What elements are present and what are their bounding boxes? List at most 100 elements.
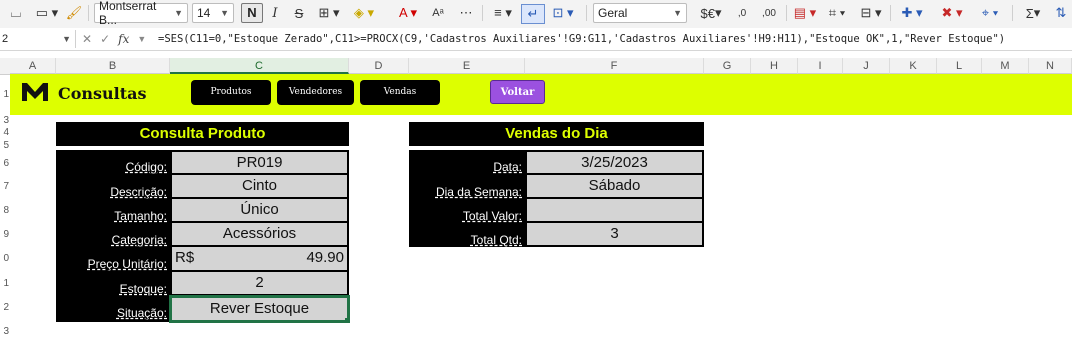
field-label: Dia da Semana: [409, 175, 525, 199]
column-header[interactable]: K [890, 58, 937, 74]
italic-button[interactable]: I [268, 4, 282, 22]
currency-format-icon[interactable]: $€ ▾ [698, 4, 724, 22]
table-format-icon[interactable]: ⌗ ▾ [824, 4, 850, 22]
row-header[interactable]: 3 [0, 326, 10, 337]
row-header[interactable]: 0 [0, 253, 10, 264]
chevron-down-icon: ▼ [174, 8, 183, 18]
conditional-format-icon[interactable]: ▤ ▾ [792, 4, 818, 22]
currency-label: $€ [700, 5, 715, 21]
field-label: Estoque: [56, 272, 170, 296]
font-name-value: Montserrat B... [99, 0, 157, 27]
font-name-dropdown[interactable]: Montserrat B... ▼ [94, 0, 188, 27]
select-all-corner[interactable] [0, 58, 10, 75]
formula-input[interactable]: =SES(C11=0,"Estoque Zerado",C11>=PROCX(C… [158, 30, 1005, 48]
row-header[interactable]: 2 [0, 302, 10, 313]
fill-color-icon[interactable]: ◈ ▾ [350, 4, 378, 22]
increase-decimal-icon[interactable]: ,0 [732, 4, 752, 22]
currency-symbol: R$ [175, 249, 195, 266]
row-header[interactable]: 9 [0, 229, 10, 240]
separator [586, 5, 587, 21]
categoria-label: Categoria: [111, 233, 167, 247]
column-header[interactable]: A [10, 58, 56, 74]
column-header[interactable]: B [56, 58, 170, 74]
name-box[interactable]: 2 ▼ [0, 30, 76, 48]
enter-icon[interactable]: ✓ [100, 32, 110, 46]
vendedores-button[interactable]: Vendedores [277, 80, 354, 105]
separator [786, 5, 787, 21]
more-options-icon[interactable]: ⋯ [458, 4, 474, 22]
row-header[interactable]: 7 [0, 181, 10, 192]
tamanho-value[interactable]: Único [170, 199, 349, 223]
field-label: Descrição: [56, 175, 170, 199]
field-label: Código: [56, 150, 170, 175]
borders-icon[interactable]: ⊞ ▾ [316, 4, 342, 22]
name-box-value: 2 [2, 33, 9, 45]
decrease-decimal-icon[interactable]: ,00 [758, 4, 780, 22]
column-header[interactable]: L [937, 58, 982, 74]
chevron-down-icon: ▼ [673, 8, 682, 18]
tamanho-label: Tamanho: [114, 209, 167, 223]
autosum-icon[interactable]: Σ ▾ [1020, 4, 1046, 22]
align-icon[interactable]: ≡ ▾ [490, 4, 516, 22]
bold-button[interactable]: N [241, 3, 263, 23]
column-header[interactable]: E [409, 58, 525, 74]
cancel-icon[interactable]: ✕ [82, 32, 92, 46]
separator [482, 5, 483, 21]
font-color-icon[interactable]: A ▾ [394, 4, 422, 22]
strikethrough-button[interactable]: S [292, 4, 306, 22]
fill-handle[interactable] [345, 318, 350, 323]
produtos-button[interactable]: Produtos [191, 80, 271, 105]
row-header[interactable]: 1 [0, 278, 10, 289]
total-valor-value[interactable] [525, 199, 704, 223]
voltar-button[interactable]: Voltar [490, 80, 545, 104]
total-qtd-value[interactable]: 3 [525, 223, 704, 247]
column-header[interactable]: F [525, 58, 704, 74]
formula-controls: ✕ ✓ fx ▼ [82, 30, 146, 48]
descricao-value[interactable]: Cinto [170, 175, 349, 199]
format-painter-icon[interactable]: 🖌 [66, 4, 83, 22]
row-header[interactable]: 6 [0, 158, 10, 169]
insert-cells-icon[interactable]: ✚ ▾ [898, 4, 926, 22]
total-valor-label: Total Valor: [462, 209, 522, 223]
estoque-value[interactable]: 2 [170, 272, 349, 296]
column-header[interactable]: N [1029, 58, 1072, 74]
codigo-value[interactable]: PR019 [170, 150, 349, 175]
format-cells-icon[interactable]: ⌖ ▾ [976, 4, 1004, 22]
banner-title: Consultas [58, 84, 147, 103]
vendas-button[interactable]: Vendas [360, 80, 440, 105]
wrap-text-icon[interactable]: ↵ [521, 4, 545, 24]
row-header[interactable]: 4 [0, 127, 10, 138]
cell-styles-icon[interactable]: ⊟ ▾ [858, 4, 884, 22]
number-format-dropdown[interactable]: Geral ▼ [593, 3, 687, 23]
fx-icon[interactable]: fx [118, 32, 129, 46]
font-size-increase-icon[interactable]: Aᵃ [430, 4, 446, 22]
chevron-down-icon: ▼ [62, 34, 71, 44]
field-label: Tamanho: [56, 199, 170, 223]
preco-value: 49.90 [306, 249, 344, 266]
column-header[interactable]: I [798, 58, 843, 74]
row-header[interactable]: 8 [0, 205, 10, 216]
row-header[interactable]: 3 [0, 115, 10, 126]
preco-cell[interactable]: R$ 49.90 [170, 247, 349, 272]
delete-cells-icon[interactable]: ✖ ▾ [938, 4, 966, 22]
column-header[interactable]: M [982, 58, 1029, 74]
categoria-value[interactable]: Acessórios [170, 223, 349, 247]
column-header[interactable]: J [843, 58, 890, 74]
column-header[interactable]: G [704, 58, 751, 74]
cut-icon[interactable]: ⌴ [4, 4, 28, 22]
field-label: Categoria: [56, 223, 170, 247]
paste-icon[interactable]: ▭ ▾ [34, 4, 60, 22]
column-header-selected[interactable]: C [170, 58, 349, 74]
estoque-label: Estoque: [119, 282, 167, 296]
merge-cells-icon[interactable]: ⊡ ▾ [549, 4, 577, 22]
column-header[interactable]: D [349, 58, 409, 74]
font-size-dropdown[interactable]: 14 ▼ [192, 3, 234, 23]
column-header[interactable]: H [751, 58, 798, 74]
row-header[interactable]: 5 [0, 140, 10, 151]
row-header[interactable]: 1 [0, 89, 10, 100]
sort-filter-icon[interactable]: ⇅ [1052, 4, 1070, 22]
situacao-value-selected[interactable]: Rever Estoque [169, 295, 350, 323]
dia-semana-value[interactable]: Sábado [525, 175, 704, 199]
brand-logo [20, 81, 50, 106]
data-value[interactable]: 3/25/2023 [525, 150, 704, 175]
